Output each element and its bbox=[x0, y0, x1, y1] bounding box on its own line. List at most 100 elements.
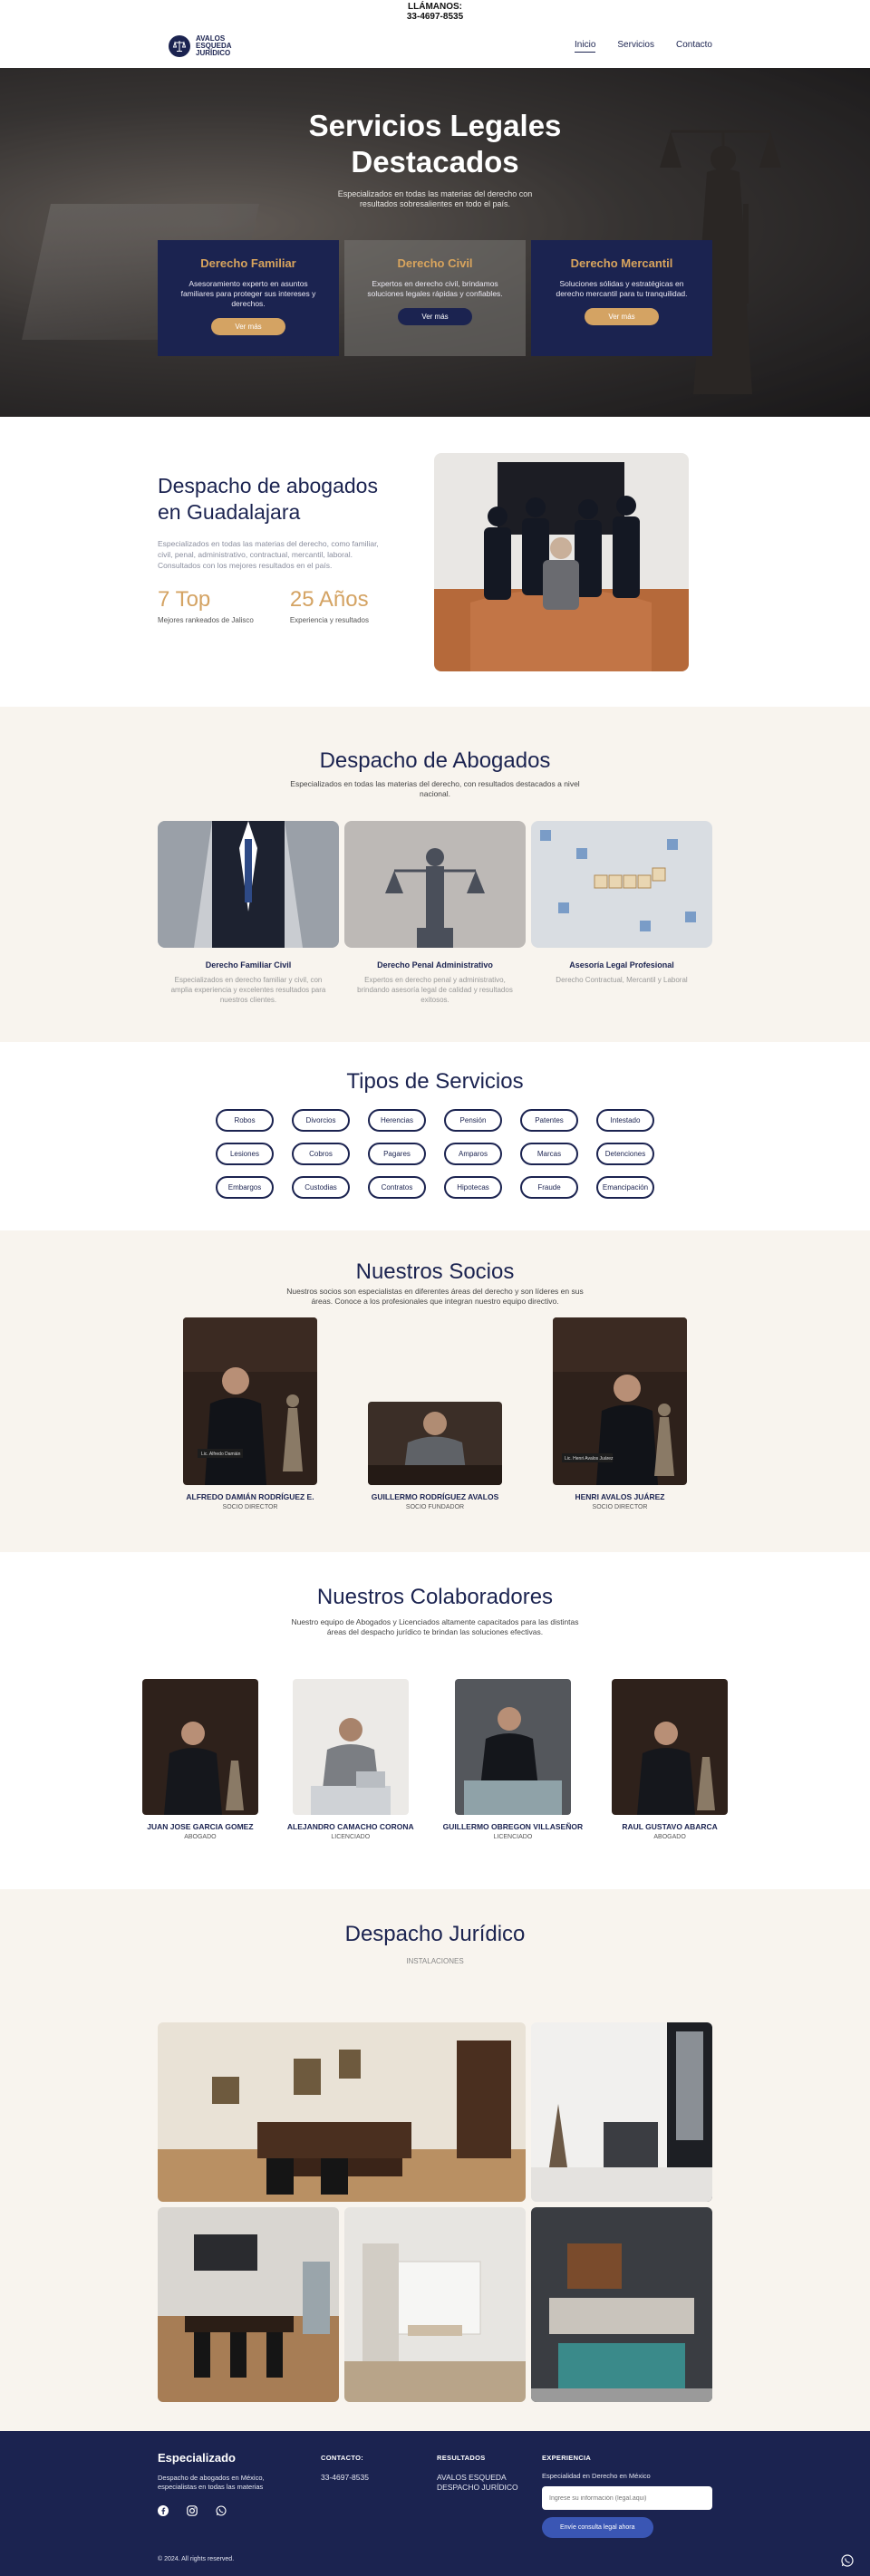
practice-card: Derecho Penal Administrativo Expertos en… bbox=[344, 821, 526, 1005]
partner-name: GUILLERMO RODRÍGUEZ AVALOS bbox=[371, 1492, 499, 1501]
about-text: Especializados en todas las materias del… bbox=[158, 539, 379, 570]
navbar: AVALOS ESQUEDA JURÍDICO Inicio Servicios C… bbox=[0, 24, 870, 68]
service-chip[interactable]: Emancipación bbox=[596, 1176, 654, 1199]
service-card-text: Expertos en derecho civil, brindamos sol… bbox=[367, 279, 503, 298]
partner-plaque: Lic. Henri Avalos Juárez bbox=[565, 1456, 614, 1462]
service-chip[interactable]: Herencias bbox=[368, 1109, 426, 1132]
ver-mas-button[interactable]: Ver más bbox=[211, 318, 285, 335]
lobby-photo bbox=[531, 2022, 712, 2202]
section-subtitle: Nuestros socios son especialistas en dif… bbox=[286, 1287, 584, 1306]
section-title: Despacho de Abogados bbox=[319, 748, 551, 773]
practice-title: Derecho Familiar Civil bbox=[205, 960, 292, 970]
brand-logo[interactable]: AVALOS ESQUEDA JURÍDICO bbox=[169, 34, 232, 57]
stat-label: Experiencia y resultados bbox=[289, 616, 369, 624]
facebook-icon[interactable] bbox=[158, 2504, 169, 2516]
collaborator-photo bbox=[141, 1679, 258, 1815]
hero-service-cards: Derecho Familiar Asesoramiento experto e… bbox=[0, 240, 870, 356]
service-chip[interactable]: Embargos bbox=[216, 1176, 274, 1199]
collaborator-name: GUILLERMO OBREGON VILLASEÑOR bbox=[442, 1822, 584, 1831]
hero-title: Servicios Legales Destacados bbox=[308, 109, 562, 178]
call-phone[interactable]: 33-4697-8535 bbox=[0, 12, 870, 22]
footer-heading: RESULTADOS bbox=[437, 2454, 486, 2462]
footer-heading: EXPERIENCIA bbox=[542, 2454, 592, 2462]
collaborator-card: JUAN JOSE GARCIA GOMEZ ABOGADO bbox=[141, 1679, 258, 1840]
partner-photo: Lic. Alfredo Damián bbox=[183, 1317, 317, 1485]
service-chip[interactable]: Intestado bbox=[596, 1109, 654, 1132]
collaborator-role: LICENCIADO bbox=[331, 1834, 371, 1840]
justice-scale-image bbox=[344, 821, 526, 948]
partner-plaque: Lic. Alfredo Damián bbox=[201, 1452, 241, 1457]
ver-mas-button[interactable]: Ver más bbox=[398, 308, 472, 325]
section-title: Despacho Jurídico bbox=[344, 1922, 526, 1946]
copyright: © 2024. All rights reserved. bbox=[158, 2556, 235, 2562]
nav-servicios[interactable]: Servicios bbox=[617, 40, 654, 53]
main-menu: Inicio Servicios Contacto bbox=[575, 40, 712, 53]
stat-item: 7 Top Mejores rankeados de Jalisco bbox=[158, 587, 254, 624]
collaborator-photo bbox=[292, 1679, 409, 1815]
facilities-section: Despacho Jurídico INSTALACIONES bbox=[0, 1889, 870, 2431]
footer-experience-column: EXPERIENCIA Especialidad en Derecho en M… bbox=[542, 2451, 712, 2538]
partners-section: Nuestros Socios Nuestros socios son espe… bbox=[0, 1230, 870, 1552]
service-chip[interactable]: Detenciones bbox=[596, 1143, 654, 1165]
service-chip[interactable]: Cobros bbox=[292, 1143, 350, 1165]
collaborators-section: Nuestros Colaboradores Nuestro equipo de… bbox=[0, 1552, 870, 1889]
ver-mas-button[interactable]: Ver más bbox=[585, 308, 659, 325]
service-card-civil: Derecho Civil Expertos en derecho civil,… bbox=[344, 240, 526, 356]
meeting-room-photo bbox=[158, 2207, 339, 2402]
footer-description: Despacho de abogados en México, especial… bbox=[158, 2474, 265, 2491]
stats: 7 Top Mejores rankeados de Jalisco 25 Añ… bbox=[158, 587, 380, 624]
call-label: LLÁMANOS: bbox=[408, 2, 462, 12]
whatsapp-icon[interactable] bbox=[216, 2504, 227, 2516]
collaborator-name: RAUL GUSTAVO ABARCA bbox=[622, 1822, 718, 1831]
office-photo bbox=[158, 2022, 526, 2202]
collaborator-role: ABOGADO bbox=[184, 1834, 217, 1840]
partner-card: GUILLERMO RODRÍGUEZ AVALOS SOCIO FUNDADO… bbox=[368, 1402, 502, 1510]
instagram-icon[interactable] bbox=[187, 2504, 198, 2516]
service-chip[interactable]: Lesiones bbox=[216, 1143, 274, 1165]
service-chip[interactable]: Fraude bbox=[520, 1176, 578, 1199]
about-title: Despacho de abogados en Guadalajara bbox=[158, 474, 378, 524]
footer-contact-column: CONTACTO: 33-4697-8535 bbox=[321, 2451, 437, 2538]
practice-text: Especializados en derecho familiar y civ… bbox=[170, 976, 326, 1004]
service-card-title: Derecho Mercantil bbox=[570, 256, 673, 270]
partner-photo bbox=[368, 1402, 502, 1485]
send-consulta-button[interactable]: Envíe consulta legal ahora bbox=[542, 2517, 653, 2538]
practice-text: Expertos en derecho penal y administrati… bbox=[357, 976, 513, 1004]
facilities-gallery bbox=[0, 2022, 870, 2402]
service-chip[interactable]: Amparos bbox=[444, 1143, 502, 1165]
service-chip[interactable]: Pagares bbox=[368, 1143, 426, 1165]
service-chip[interactable]: Divorcios bbox=[292, 1109, 350, 1132]
footer: Especializado Despacho de abogados en Mé… bbox=[0, 2431, 870, 2576]
service-card-text: Soluciones sólidas y estratégicas en der… bbox=[556, 279, 688, 298]
stat-value: 7 Top bbox=[158, 587, 211, 612]
collaborator-name: JUAN JOSE GARCIA GOMEZ bbox=[147, 1822, 254, 1831]
service-chips: Robos Divorcios Herencias Pensión Patent… bbox=[0, 1109, 870, 1199]
footer-brand-column: Especializado Despacho de abogados en Mé… bbox=[158, 2451, 321, 2538]
section-title: Nuestros Socios bbox=[355, 1259, 515, 1284]
service-chip[interactable]: Robos bbox=[216, 1109, 274, 1132]
footer-heading: CONTACTO: bbox=[321, 2454, 364, 2462]
section-title: Tipos de Servicios bbox=[346, 1069, 524, 1094]
hero-section: Servicios Legales Destacados Especializa… bbox=[0, 68, 870, 417]
about-section: Despacho de abogados en Guadalajara Espe… bbox=[0, 417, 870, 707]
service-card-text: Asesoramiento experto en asuntos familia… bbox=[180, 279, 316, 308]
footer-phone[interactable]: 33-4697-8535 bbox=[321, 2473, 437, 2483]
service-chip[interactable]: Patentes bbox=[520, 1109, 578, 1132]
service-chip[interactable]: Contratos bbox=[368, 1176, 426, 1199]
team-photo bbox=[434, 453, 689, 671]
partner-role: SOCIO DIRECTOR bbox=[222, 1504, 278, 1510]
consulta-input[interactable] bbox=[542, 2486, 712, 2510]
nav-contacto[interactable]: Contacto bbox=[676, 40, 712, 53]
service-card-familiar: Derecho Familiar Asesoramiento experto e… bbox=[158, 240, 339, 356]
practice-card: Asesoría Legal Profesional Derecho Contr… bbox=[531, 821, 712, 1005]
nav-inicio[interactable]: Inicio bbox=[575, 40, 596, 53]
service-chip[interactable]: Custodias bbox=[292, 1176, 350, 1199]
service-chip[interactable]: Marcas bbox=[520, 1143, 578, 1165]
whatsapp-icon[interactable] bbox=[841, 2554, 854, 2567]
suit-image bbox=[158, 821, 339, 948]
service-chip[interactable]: Hipotecas bbox=[444, 1176, 502, 1199]
partner-name: HENRI AVALOS JUÁREZ bbox=[575, 1492, 665, 1501]
stat-value: 25 Años bbox=[289, 587, 369, 612]
section-subtitle: Especializados en todas las materias del… bbox=[290, 779, 580, 798]
service-chip[interactable]: Pensión bbox=[444, 1109, 502, 1132]
